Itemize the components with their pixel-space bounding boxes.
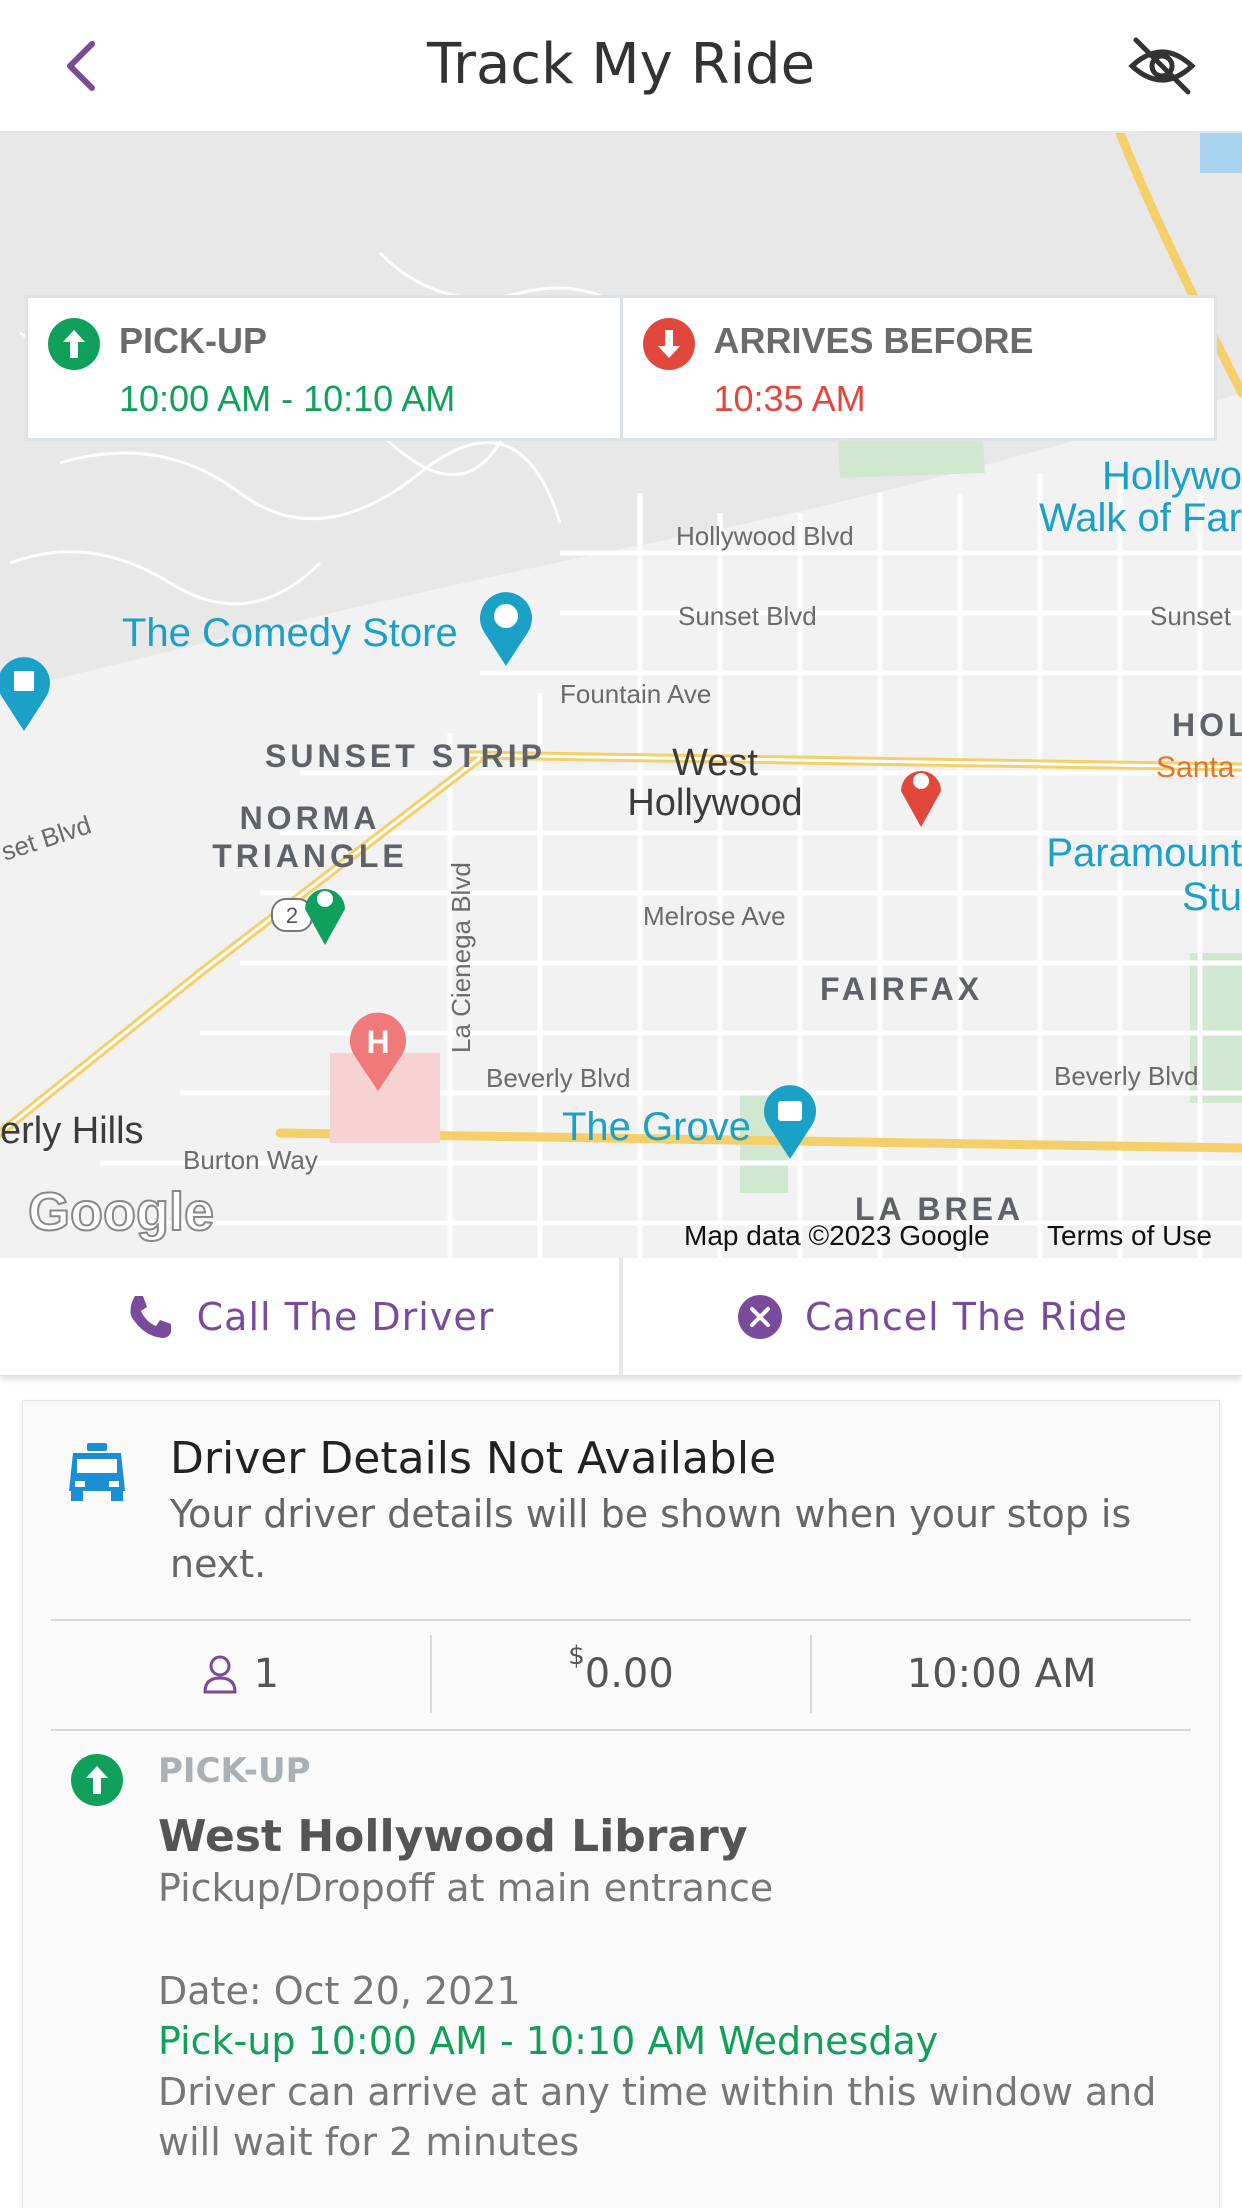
map-label-hol: HOL bbox=[1172, 707, 1242, 743]
ride-map[interactable]: Hollywood Blvd Sunset Blvd Sunset Founta… bbox=[0, 133, 1242, 1258]
ride-actions: Call The Driver Cancel The Ride bbox=[0, 1258, 1242, 1376]
map-attribution: Map data ©2023 Google bbox=[684, 1220, 990, 1251]
passenger-count: 1 bbox=[51, 1619, 430, 1729]
dropoff-marker-icon[interactable] bbox=[896, 757, 946, 829]
map-label-walk-of-fame: Hollywo Walk of Far bbox=[1039, 455, 1242, 539]
map-label-beverly-blvd-right: Beverly Blvd bbox=[1054, 1061, 1199, 1091]
app-header: Track My Ride bbox=[0, 0, 1242, 133]
hospital-pin-icon[interactable]: H bbox=[346, 1009, 410, 1093]
ride-details-card: Driver Details Not Available Your driver… bbox=[22, 1400, 1220, 2208]
map-label-fairfax: FAIRFAX bbox=[820, 971, 984, 1007]
pickup-time-section: PICK-UP 10:00 AM - 10:10 AM bbox=[28, 298, 620, 438]
svg-text:2: 2 bbox=[286, 903, 298, 928]
map-terms-link[interactable]: Terms of Use bbox=[1047, 1220, 1212, 1252]
map-label-the-grove: The Grove bbox=[562, 1105, 751, 1149]
ride-time-card: PICK-UP 10:00 AM - 10:10 AM ARRIVES BEFO… bbox=[25, 295, 1217, 441]
pickup-place-name: West Hollywood Library bbox=[158, 1811, 748, 1862]
pickup-wait-note: Driver can arrive at any time within thi… bbox=[158, 2070, 1157, 2164]
phone-icon bbox=[130, 1295, 171, 1338]
pickup-marker-icon[interactable] bbox=[300, 875, 350, 947]
driver-details-subtitle: Your driver details will be shown when y… bbox=[170, 1492, 1132, 1586]
eye-off-icon bbox=[1128, 37, 1196, 95]
taxi-icon bbox=[69, 1443, 125, 1501]
ride-stats: 1 $0.00 10:00 AM bbox=[51, 1619, 1191, 1729]
pickup-time-value: 10:00 AM bbox=[906, 1651, 1097, 1697]
map-label-melrose-ave: Melrose Ave bbox=[643, 901, 786, 931]
currency-symbol: $ bbox=[568, 1641, 585, 1671]
cancel-ride-button[interactable]: Cancel The Ride bbox=[619, 1258, 1242, 1375]
close-circle-icon bbox=[737, 1294, 782, 1339]
pickup-date: Date: Oct 20, 2021 bbox=[158, 1969, 521, 2013]
map-label-sunset-strip: SUNSET STRIP bbox=[265, 738, 546, 774]
map-label-la-cienega: La Cienega Blvd bbox=[446, 862, 476, 1053]
map-label-burton-way: Burton Way bbox=[183, 1145, 318, 1175]
arrow-up-icon bbox=[48, 318, 100, 370]
pickup-window-value: 10:00 AM - 10:10 AM bbox=[119, 378, 456, 419]
call-driver-label: Call The Driver bbox=[196, 1294, 495, 1339]
map-label-west-hollywood: West Hollywood bbox=[627, 742, 803, 824]
page-title: Track My Ride bbox=[426, 32, 816, 97]
map-label-beverly-blvd: Beverly Blvd bbox=[486, 1063, 631, 1093]
google-logo: Google bbox=[27, 1181, 215, 1243]
arrow-down-icon bbox=[642, 318, 695, 370]
map-label-beverly-hills: erly Hills bbox=[0, 1110, 144, 1152]
pickup-window: Pick-up 10:00 AM - 10:10 AM Wednesday bbox=[158, 2019, 939, 2063]
pickup-heading: PICK-UP bbox=[119, 320, 268, 361]
cancel-ride-label: Cancel The Ride bbox=[804, 1294, 1129, 1339]
divider bbox=[51, 1729, 1191, 1731]
driver-details-title: Driver Details Not Available bbox=[170, 1433, 777, 1484]
map-label-hollywood-blvd: Hollywood Blvd bbox=[676, 521, 854, 551]
call-driver-button[interactable]: Call The Driver bbox=[0, 1258, 619, 1375]
map-label-santa: Santa bbox=[1156, 751, 1235, 784]
pickup-time: 10:00 AM bbox=[810, 1635, 1191, 1713]
pickup-section-label: PICK-UP bbox=[158, 1751, 311, 1791]
person-icon bbox=[203, 1655, 237, 1694]
map-label-sunset-blvd-right: Sunset bbox=[1150, 601, 1231, 631]
castle-pin-icon[interactable] bbox=[0, 653, 56, 733]
shopping-pin-icon[interactable] bbox=[758, 1081, 822, 1161]
map-label-sunset-blvd: Sunset Blvd bbox=[678, 601, 817, 631]
svg-text:H: H bbox=[366, 1024, 389, 1060]
arrives-before-heading: ARRIVES BEFORE bbox=[713, 320, 1034, 361]
arrow-up-icon bbox=[71, 1754, 123, 1806]
arrival-time-section: ARRIVES BEFORE 10:35 AM bbox=[619, 298, 1215, 438]
fare-value: 0.00 bbox=[584, 1651, 674, 1697]
map-label-fountain-ave: Fountain Ave bbox=[560, 679, 712, 709]
map-label-comedy-store: The Comedy Store bbox=[122, 611, 458, 655]
hide-map-button[interactable] bbox=[1122, 30, 1202, 102]
map-label-norma-triangle: NORMA TRIANGLE bbox=[212, 800, 408, 874]
pickup-instructions: Pickup/Dropoff at main entrance bbox=[158, 1866, 774, 1910]
passenger-count-value: 1 bbox=[253, 1651, 280, 1697]
fare-amount: $0.00 bbox=[429, 1635, 811, 1713]
map-label-paramount: Paramount Stu bbox=[1046, 831, 1242, 919]
comedy-club-pin-icon[interactable] bbox=[474, 588, 538, 668]
arrives-before-value: 10:35 AM bbox=[713, 378, 866, 419]
